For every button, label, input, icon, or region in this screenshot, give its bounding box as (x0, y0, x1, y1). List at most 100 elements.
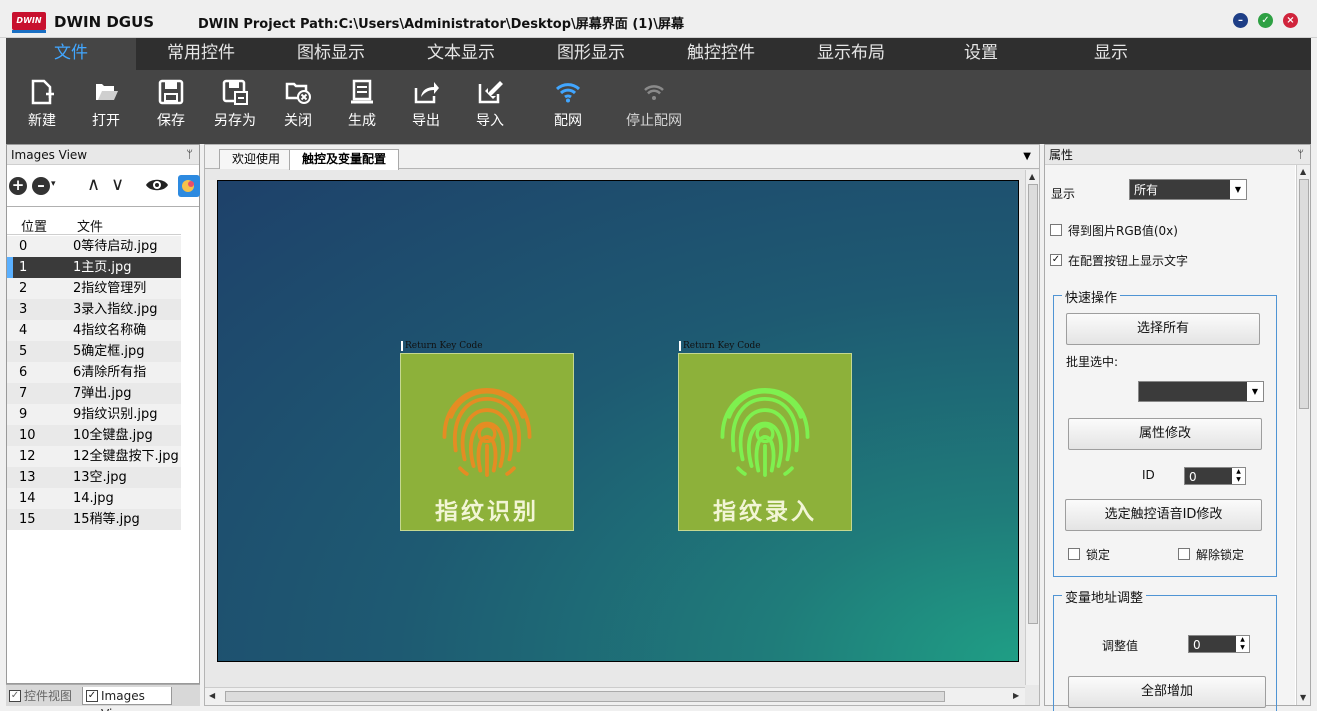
tab-touch-variable-config[interactable]: 触控及变量配置 (289, 149, 400, 170)
table-row[interactable]: 13 13空.jpg (7, 467, 181, 488)
scroll-up-icon[interactable]: ▲ (1300, 167, 1306, 176)
scroll-left-icon[interactable]: ◀ (209, 691, 215, 700)
export-icon (406, 76, 446, 110)
table-row[interactable]: 22指纹管理列表.jpg (7, 278, 181, 317)
table-row[interactable]: 3 3录入指纹.jpg (7, 299, 181, 320)
properties-scrollbar[interactable]: ▲ ▼ (1296, 165, 1310, 705)
table-row[interactable]: 66清除所有指纹.jpg (7, 362, 181, 401)
tab-display[interactable]: 显示 (1046, 38, 1176, 70)
id-stepper[interactable]: 0 ▲ ▼ (1184, 467, 1246, 485)
remove-dropdown-icon[interactable]: ▾ (51, 179, 56, 189)
save-as-icon (210, 76, 260, 110)
save-icon (151, 76, 191, 110)
stop-network-config-button[interactable]: 停止配网 (622, 76, 686, 136)
document-tabs: 欢迎使用 触控及变量配置 ▼ (205, 145, 1039, 170)
modify-touch-voice-id-button[interactable]: 选定触控语音ID修改 (1065, 499, 1262, 531)
scrollbar-thumb[interactable] (225, 691, 945, 702)
chevron-down-icon: ▼ (1230, 180, 1246, 199)
chevron-down-icon: ▼ (1247, 382, 1263, 401)
fingerprint-recognize-button[interactable]: Return Key Code 指纹识别 (400, 341, 574, 531)
lock-checkbox[interactable]: 锁定 (1068, 548, 1110, 562)
table-row[interactable]: 0 0等待启动.jpg (7, 236, 181, 257)
table-row[interactable]: 7 7弹出.jpg (7, 383, 181, 404)
tab-touch-controls[interactable]: 触控控件 (656, 38, 786, 70)
show-text-checkbox[interactable]: ✓ 在配置按钮上显示文字 (1050, 254, 1188, 268)
tab-graphic-display[interactable]: 图形显示 (526, 38, 656, 70)
move-down-icon[interactable]: ∨ (111, 174, 124, 195)
preview-icon[interactable] (178, 175, 200, 197)
new-button[interactable]: 新建 (22, 76, 62, 136)
add-all-button[interactable]: 全部增加 (1068, 676, 1266, 708)
export-button[interactable]: 导出 (406, 76, 446, 136)
screen-canvas[interactable]: Return Key Code 指纹识别 Return Key Code 指纹录… (217, 180, 1019, 662)
table-row[interactable]: 12 12全键盘按下.jpg (7, 446, 181, 467)
app-name: DWIN DGUS (54, 13, 155, 31)
modify-attributes-button[interactable]: 属性修改 (1068, 418, 1262, 450)
generate-button[interactable]: 生成 (342, 76, 382, 136)
scrollbar-thumb[interactable] (1028, 184, 1038, 624)
rgb-value-checkbox[interactable]: 得到图片RGB值(0x) (1050, 224, 1178, 238)
checkbox-icon: ✓ (86, 690, 98, 702)
table-row[interactable]: 14 14.jpg (7, 488, 181, 509)
canvas-horizontal-scrollbar[interactable]: ◀ ▶ (205, 687, 1025, 705)
project-path: DWIN Project Path:C:\Users\Administrator… (198, 17, 684, 32)
stepper-arrows-icon[interactable]: ▲ ▼ (1232, 468, 1245, 484)
tab-text-display[interactable]: 文本显示 (396, 38, 526, 70)
maximize-icon[interactable]: ✓ (1258, 13, 1273, 28)
table-row[interactable]: 1 1主页.jpg (7, 257, 181, 278)
adjust-value-stepper[interactable]: 0 ▲ ▼ (1188, 635, 1250, 653)
table-row[interactable]: 9 9指纹识别.jpg (7, 404, 181, 425)
tab-icon-display[interactable]: 图标显示 (266, 38, 396, 70)
move-up-icon[interactable]: ∧ (87, 174, 100, 195)
remove-image-icon[interactable]: – (32, 177, 50, 195)
minimize-icon[interactable]: – (1233, 13, 1248, 28)
toolbar: 新建 打开 保存 另存为 关闭 生成 导出 导入 配网 停止配网 (6, 70, 1311, 144)
tab-common-controls[interactable]: 常用控件 (136, 38, 266, 70)
add-image-icon[interactable]: + (9, 177, 27, 195)
display-filter-select[interactable]: 所有 ▼ (1129, 179, 1247, 200)
stepper-arrows-icon[interactable]: ▲ ▼ (1236, 636, 1249, 652)
tab-welcome[interactable]: 欢迎使用 (219, 149, 294, 169)
save-as-button[interactable]: 另存为 (210, 76, 260, 136)
save-button[interactable]: 保存 (151, 76, 191, 136)
tab-display-layout[interactable]: 显示布局 (786, 38, 916, 70)
images-table-header: 位置 文件 (7, 213, 181, 235)
table-row[interactable]: 15 15稍等.jpg (7, 509, 181, 530)
close-icon[interactable]: × (1283, 13, 1298, 28)
wifi-off-icon (622, 76, 686, 110)
images-list: 00等待启动.jpg 11主页.jpg 22指纹管理列表.jpg 33录入指纹.… (7, 236, 181, 530)
tabs-dropdown-icon[interactable]: ▼ (1023, 151, 1031, 162)
wifi-icon (548, 76, 588, 110)
batch-select-dropdown[interactable]: ▼ (1138, 381, 1264, 402)
tab-settings[interactable]: 设置 (916, 38, 1046, 70)
import-button[interactable]: 导入 (470, 76, 510, 136)
open-folder-icon (86, 76, 126, 110)
import-icon (470, 76, 510, 110)
images-toolbar: + – ▾ ∧ ∨ (7, 165, 200, 207)
eye-icon[interactable] (145, 174, 169, 201)
close-button[interactable]: 关闭 (278, 76, 318, 136)
scroll-up-icon[interactable]: ▲ (1029, 172, 1035, 181)
select-all-button[interactable]: 选择所有 (1066, 313, 1260, 345)
table-row[interactable]: 5 5确定框.jpg (7, 341, 181, 362)
pin-icon[interactable]: ᛘ (1297, 145, 1304, 165)
tab-file[interactable]: 文件 (6, 38, 136, 70)
table-row[interactable]: 10 10全键盘.jpg (7, 425, 181, 446)
open-button[interactable]: 打开 (86, 76, 126, 136)
scrollbar-thumb[interactable] (1299, 179, 1309, 409)
network-config-button[interactable]: 配网 (548, 76, 588, 136)
var-address-group: 变量地址调整 调整值 0 ▲ ▼ 全部增加 (1053, 587, 1277, 711)
title-bar: DWIN DWIN DGUS DWIN Project Path:C:\User… (0, 0, 1317, 38)
properties-header: 属性 ᛘ (1045, 145, 1310, 165)
table-row[interactable]: 44指纹名称确定.jpg (7, 320, 181, 359)
tab-images-view[interactable]: ✓Images View (82, 687, 172, 711)
scroll-right-icon[interactable]: ▶ (1013, 691, 1019, 700)
images-view-panel: Images View ᛘ + – ▾ ∧ ∨ 位置 文件 0 0等待启动.jpg… (6, 144, 200, 684)
pin-icon[interactable]: ᛘ (186, 145, 193, 165)
canvas-vertical-scrollbar[interactable]: ▲ (1025, 170, 1039, 685)
unlock-checkbox[interactable]: 解除锁定 (1178, 548, 1244, 562)
generate-icon (342, 76, 382, 110)
tab-controls-view[interactable]: ✓ 控件视图 (6, 687, 78, 705)
fingerprint-enroll-button[interactable]: Return Key Code 指纹录入 (678, 341, 852, 531)
scroll-down-icon[interactable]: ▼ (1300, 693, 1306, 702)
